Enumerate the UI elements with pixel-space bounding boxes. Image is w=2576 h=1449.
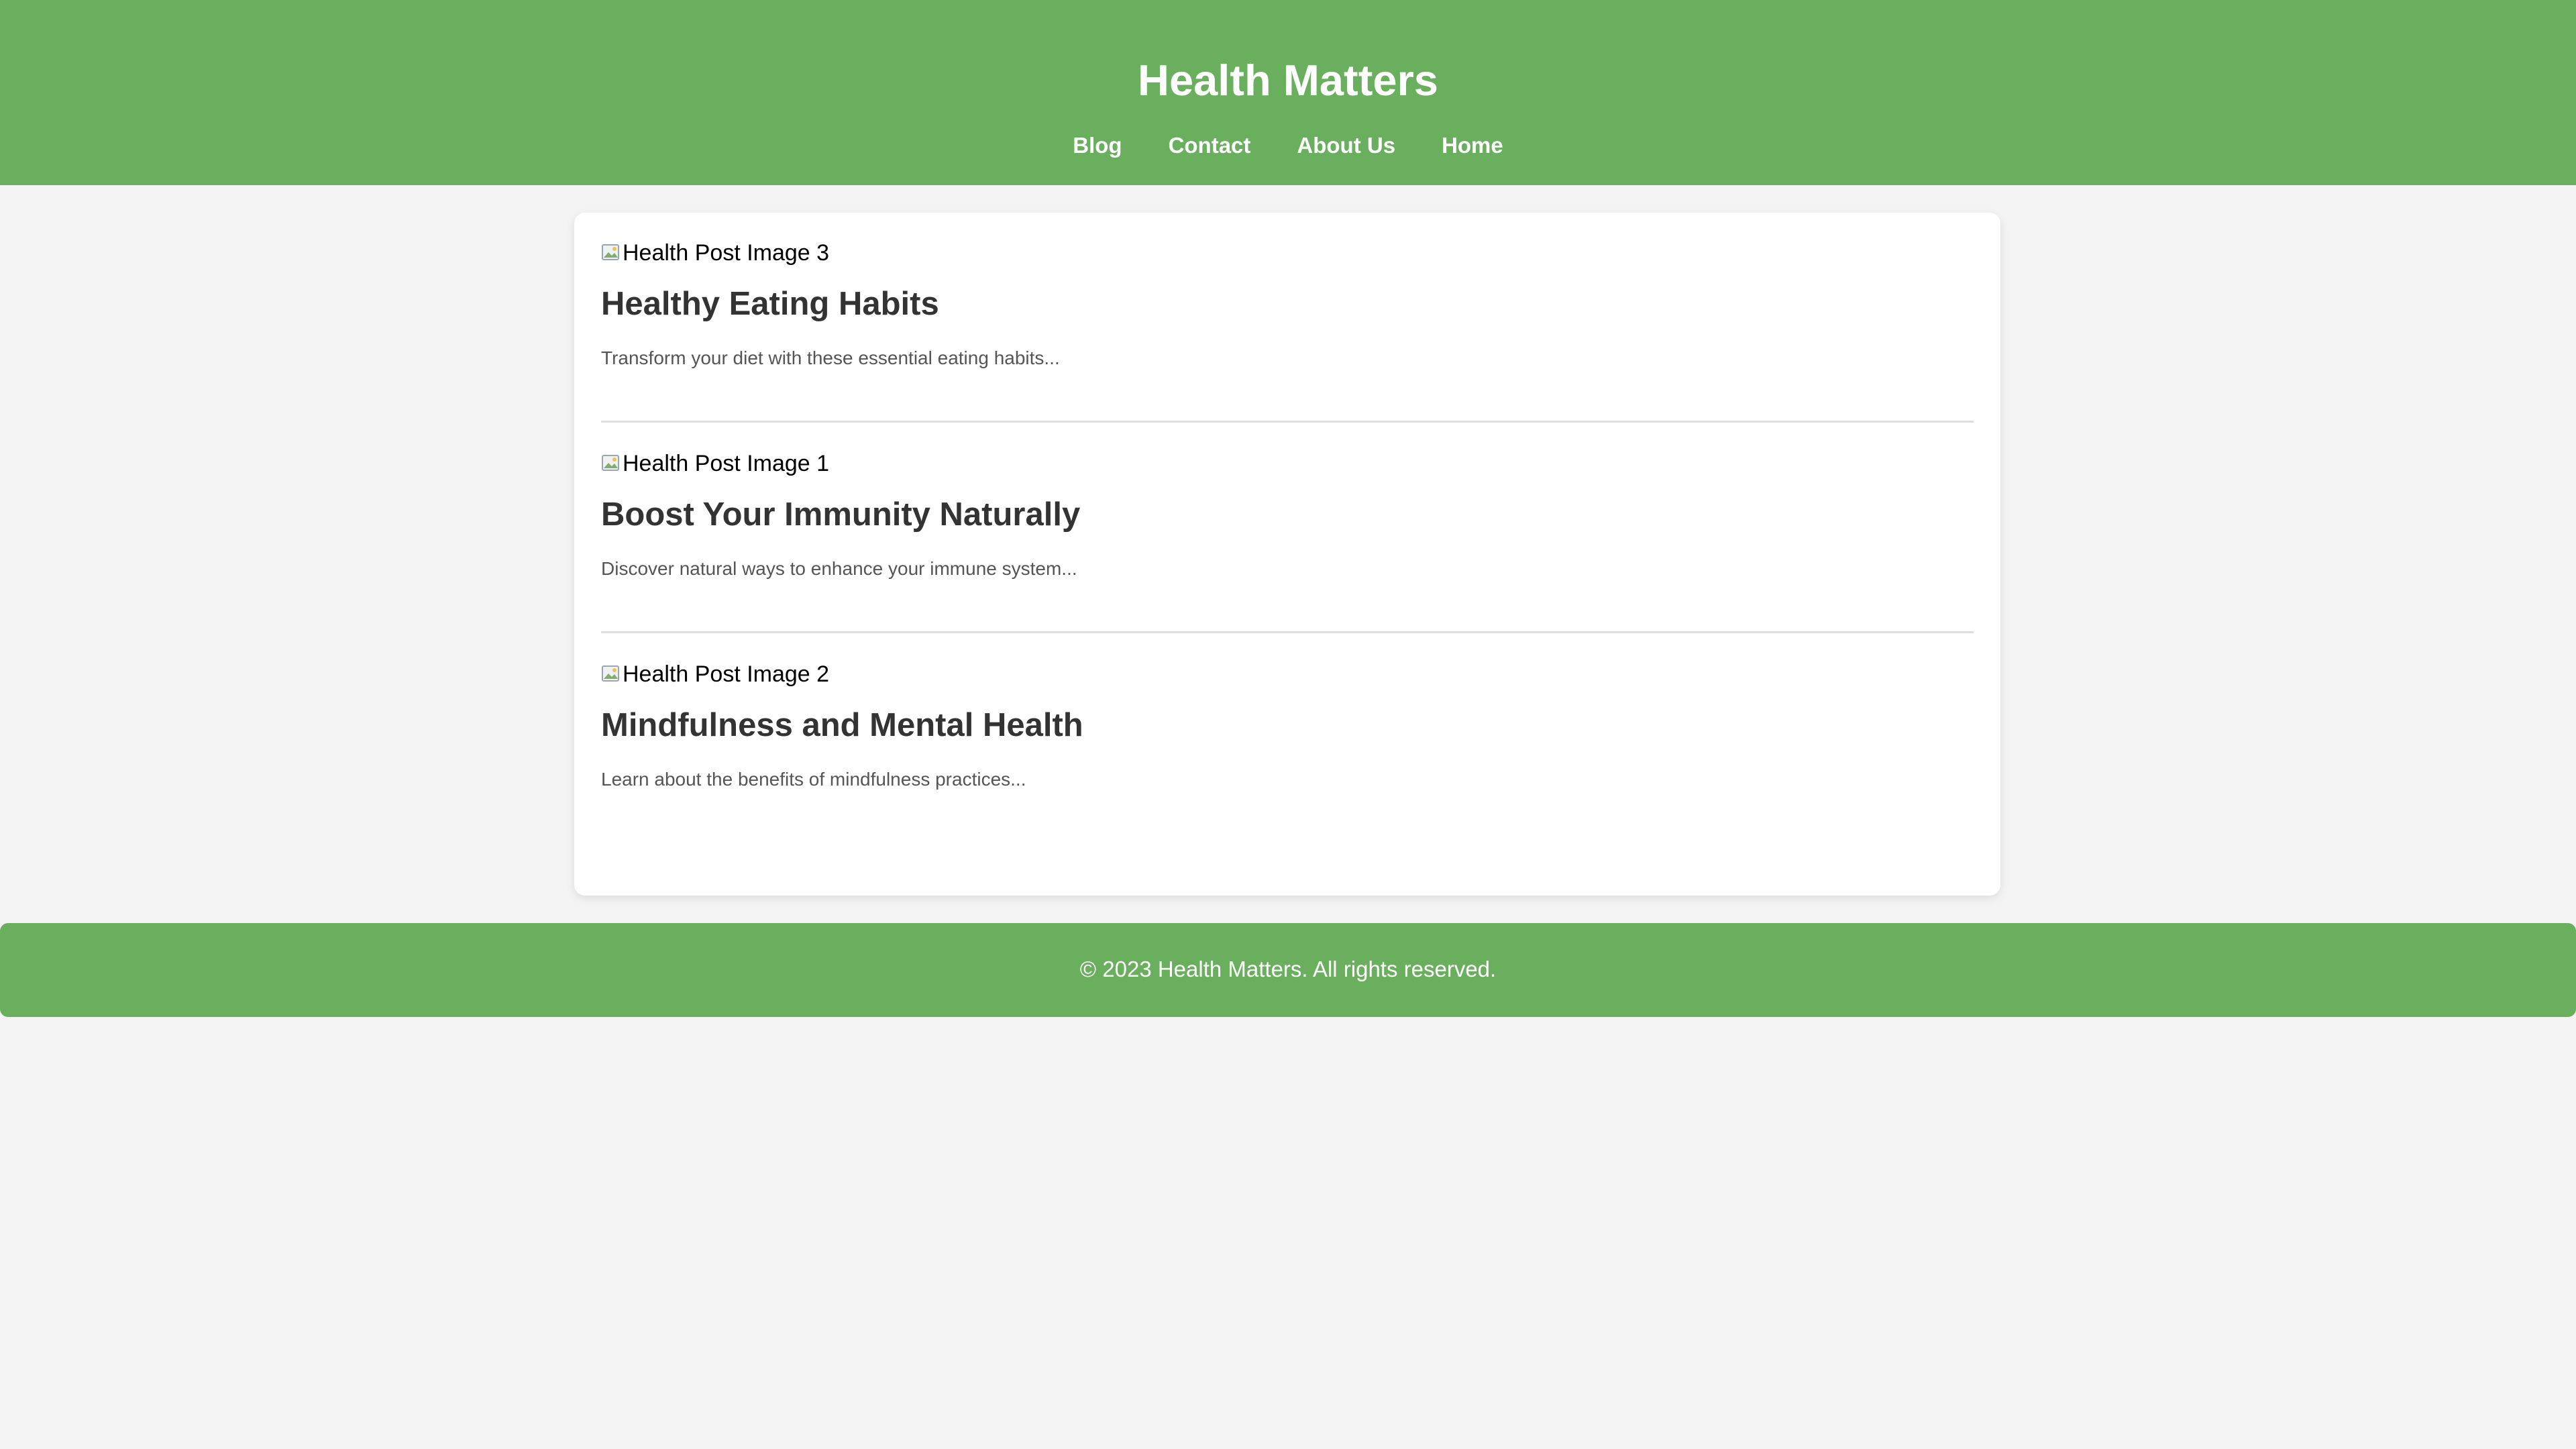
- post-image-alt: Health Post Image 3: [623, 240, 830, 266]
- post-divider: [601, 631, 1974, 633]
- post-excerpt: Discover natural ways to enhance your im…: [601, 558, 1077, 579]
- site-title: Health Matters: [1138, 56, 1438, 105]
- copyright-text: © 2023 Health Matters. All rights reserv…: [1079, 957, 1497, 981]
- post-title[interactable]: Boost Your Immunity Naturally: [601, 493, 1080, 536]
- nav-link-blog[interactable]: Blog: [1073, 130, 1122, 161]
- nav-link-home[interactable]: Home: [1442, 130, 1503, 161]
- post-image: Health Post Image 3: [601, 238, 829, 268]
- post-image: Health Post Image 2: [601, 659, 829, 689]
- nav-link-contact[interactable]: Contact: [1169, 130, 1251, 161]
- site-header: Health Matters Blog Contact About Us Hom…: [0, 0, 2576, 185]
- nav-link-about-us[interactable]: About Us: [1297, 130, 1395, 161]
- main-nav: Blog Contact About Us Home: [0, 130, 2576, 161]
- post-image-alt: Health Post Image 2: [623, 661, 830, 687]
- post-divider: [601, 421, 1974, 423]
- broken-image-icon: [602, 665, 619, 682]
- post-image: Health Post Image 1: [601, 449, 829, 478]
- broken-image-icon: [602, 455, 619, 471]
- broken-image-icon: [602, 244, 619, 260]
- post-title[interactable]: Healthy Eating Habits: [601, 282, 939, 325]
- post-image-alt: Health Post Image 1: [623, 451, 830, 476]
- posts-container: Health Post Image 3 Healthy Eating Habit…: [574, 213, 2000, 896]
- post-excerpt: Learn about the benefits of mindfulness …: [601, 769, 1026, 790]
- post-excerpt: Transform your diet with these essential…: [601, 347, 1060, 368]
- post-title[interactable]: Mindfulness and Mental Health: [601, 704, 1083, 747]
- site-footer: © 2023 Health Matters. All rights reserv…: [0, 923, 2576, 1017]
